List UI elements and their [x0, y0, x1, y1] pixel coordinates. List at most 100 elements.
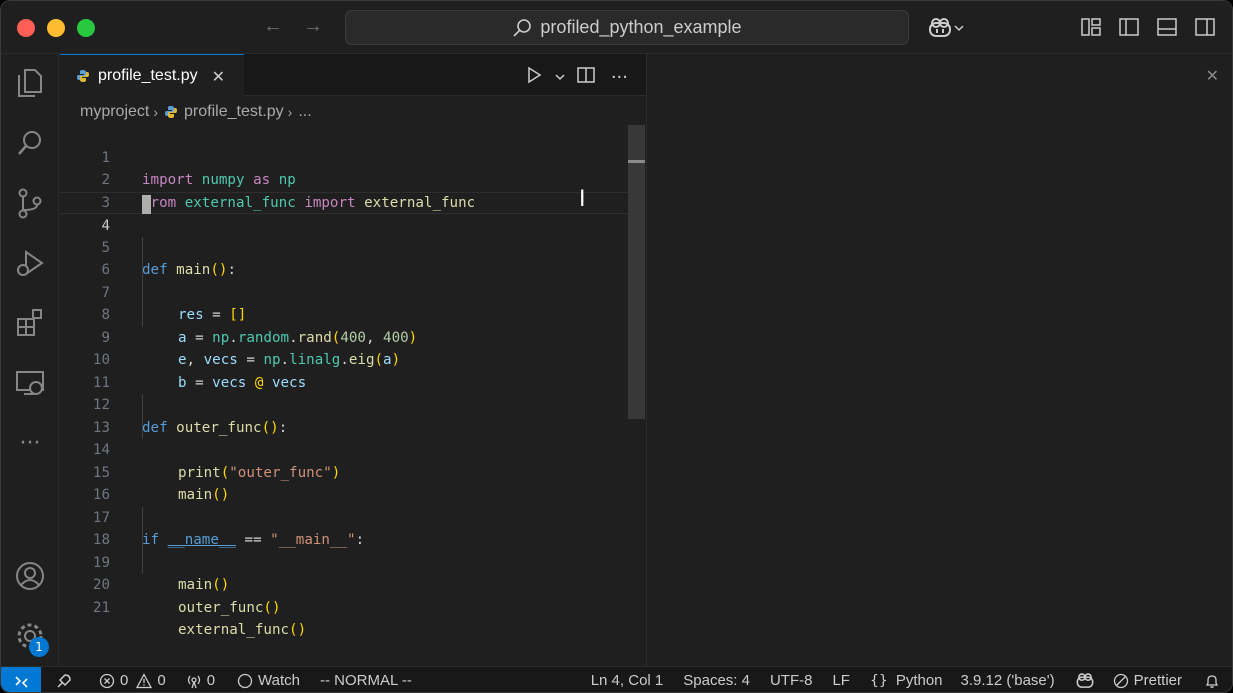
- cursor-position[interactable]: Ln 4, Col 1: [591, 672, 664, 689]
- error-count: 0: [120, 672, 129, 689]
- remote-icon: [15, 675, 28, 688]
- watch-label: Watch: [258, 672, 300, 689]
- vim-mode-label: -- NORMAL --: [319, 672, 412, 689]
- breadcrumb-file[interactable]: profile_test.py: [184, 103, 284, 121]
- remote-indicator[interactable]: [1, 666, 41, 692]
- indent-guide: [142, 236, 143, 259]
- code-line: 3: [60, 169, 628, 211]
- code-token: (): [263, 599, 281, 616]
- code-token: outer_func: [178, 599, 264, 616]
- code-line: 1 import numpy as np: [60, 124, 628, 189]
- breadcrumb-symbols[interactable]: ...: [298, 103, 311, 121]
- bell-icon: [1205, 674, 1219, 688]
- vim-mode: -- NORMAL --: [320, 672, 412, 689]
- language-mode[interactable]: {} Python: [870, 672, 943, 689]
- toggle-secondary-sidebar-icon[interactable]: [1194, 16, 1218, 38]
- account-icon[interactable]: [13, 559, 47, 593]
- interpreter-label: 3.9.12 ('base'): [960, 672, 1055, 689]
- vscode-window: ← → profiled_python_example ··· 1 profil…: [0, 0, 1233, 693]
- broadcast-icon: [187, 675, 200, 688]
- code-line: 17 if __name__ == "__main__":: [60, 484, 628, 549]
- chevron-right-icon: ›: [287, 104, 293, 120]
- chevron-down-icon[interactable]: [555, 69, 565, 87]
- editor-group: profile_test.py ✕ ··· myproject › profil…: [60, 54, 647, 666]
- extensions-icon[interactable]: [13, 306, 47, 340]
- settings-update-badge: 1: [29, 637, 49, 657]
- indent-guide: [142, 551, 143, 574]
- activity-bar: ··· 1: [1, 54, 59, 666]
- more-icon[interactable]: ···: [13, 426, 47, 460]
- code-line: 7 a = np.random.rand(400, 400): [60, 259, 628, 346]
- title-bar: ← → profiled_python_example: [1, 1, 1232, 54]
- encoding-label: UTF-8: [769, 672, 813, 689]
- remote-explorer-icon[interactable]: [13, 366, 47, 400]
- copilot-status[interactable]: [1075, 672, 1095, 690]
- warning-icon: [136, 672, 153, 688]
- code-line: 5 def main():: [60, 214, 628, 279]
- code-editor[interactable]: 1 import numpy as np 2 from external_fun…: [60, 124, 628, 638]
- command-center-label: profiled_python_example: [540, 17, 742, 37]
- language-label: Python: [895, 672, 943, 689]
- toggle-primary-sidebar-icon[interactable]: [1118, 16, 1142, 38]
- encoding[interactable]: UTF-8: [770, 672, 813, 689]
- source-control-icon[interactable]: [13, 186, 47, 220]
- indent-guide: [142, 304, 143, 327]
- code-line: 18 main(): [60, 506, 628, 593]
- close-icon[interactable]: ✕: [212, 67, 225, 86]
- indent-guide: [142, 394, 143, 417]
- explorer-icon[interactable]: [13, 66, 47, 100]
- toggle-panel-icon[interactable]: [1156, 16, 1180, 38]
- minimize-window-button[interactable]: [47, 19, 65, 37]
- end-of-line[interactable]: LF: [832, 672, 850, 689]
- split-editor-icon[interactable]: [577, 66, 595, 89]
- python-file-icon: [77, 70, 89, 82]
- prettier-label: Prettier: [1133, 672, 1182, 689]
- more-actions-icon[interactable]: ···: [611, 67, 628, 88]
- code-line: 21: [60, 574, 628, 616]
- breadcrumb-folder[interactable]: myproject: [80, 103, 149, 121]
- run-debug-icon[interactable]: [13, 246, 47, 280]
- eol-label: LF: [832, 672, 850, 689]
- command-center[interactable]: profiled_python_example: [345, 10, 909, 45]
- run-icon[interactable]: [525, 66, 543, 89]
- indent-guide: [142, 506, 143, 529]
- text-cursor: [142, 194, 151, 214]
- secondary-editor-area: ✕: [648, 54, 1232, 666]
- tab-bar: profile_test.py ✕ ···: [60, 54, 646, 97]
- close-window-button[interactable]: [17, 19, 35, 37]
- braces-icon: {}: [869, 672, 888, 689]
- code-line: 15: [60, 439, 628, 481]
- zoom-window-button[interactable]: [77, 19, 95, 37]
- indentation[interactable]: Spaces: 4: [683, 672, 750, 689]
- notifications-button[interactable]: [1204, 673, 1220, 689]
- tab-profile-test[interactable]: profile_test.py ✕: [60, 54, 244, 97]
- copilot-menu-button[interactable]: [927, 15, 971, 41]
- python-file-icon: [165, 106, 178, 118]
- disabled-icon: [1113, 673, 1128, 688]
- live-share-button[interactable]: [55, 672, 73, 690]
- prettier-status[interactable]: Prettier: [1113, 672, 1182, 689]
- copilot-icon: [1076, 672, 1094, 688]
- problems-button[interactable]: 0 0: [99, 672, 166, 689]
- indent-guide: [142, 259, 143, 282]
- back-arrow-icon[interactable]: ←: [263, 15, 283, 38]
- close-icon[interactable]: ✕: [1206, 66, 1219, 85]
- ports-button[interactable]: 0: [186, 672, 215, 689]
- customize-layout-icon[interactable]: [1080, 16, 1104, 38]
- cursor-position-label: Ln 4, Col 1: [590, 672, 664, 689]
- indent-guide: [142, 416, 143, 439]
- code-line: 9 b = vecs @ vecs: [60, 304, 628, 391]
- editor-scrollbar[interactable]: [628, 125, 645, 419]
- status-bar: 0 0 0 Watch -- NORMAL -- Ln 4, Col 1 Spa…: [1, 666, 1232, 692]
- breadcrumb: myproject › profile_test.py › ...: [80, 101, 312, 123]
- code-line: 14 main(): [60, 416, 628, 503]
- code-line-current: 4: [60, 191, 628, 234]
- warning-count: 0: [157, 672, 166, 689]
- python-interpreter[interactable]: 3.9.12 ('base'): [961, 672, 1055, 689]
- code-line: 2 from external_func import external_fun…: [60, 147, 628, 211]
- chevron-down-icon: [954, 25, 964, 32]
- forward-arrow-icon[interactable]: →: [303, 15, 323, 38]
- ports-count: 0: [206, 672, 216, 689]
- watch-button[interactable]: Watch: [237, 672, 300, 689]
- search-icon[interactable]: [13, 126, 47, 160]
